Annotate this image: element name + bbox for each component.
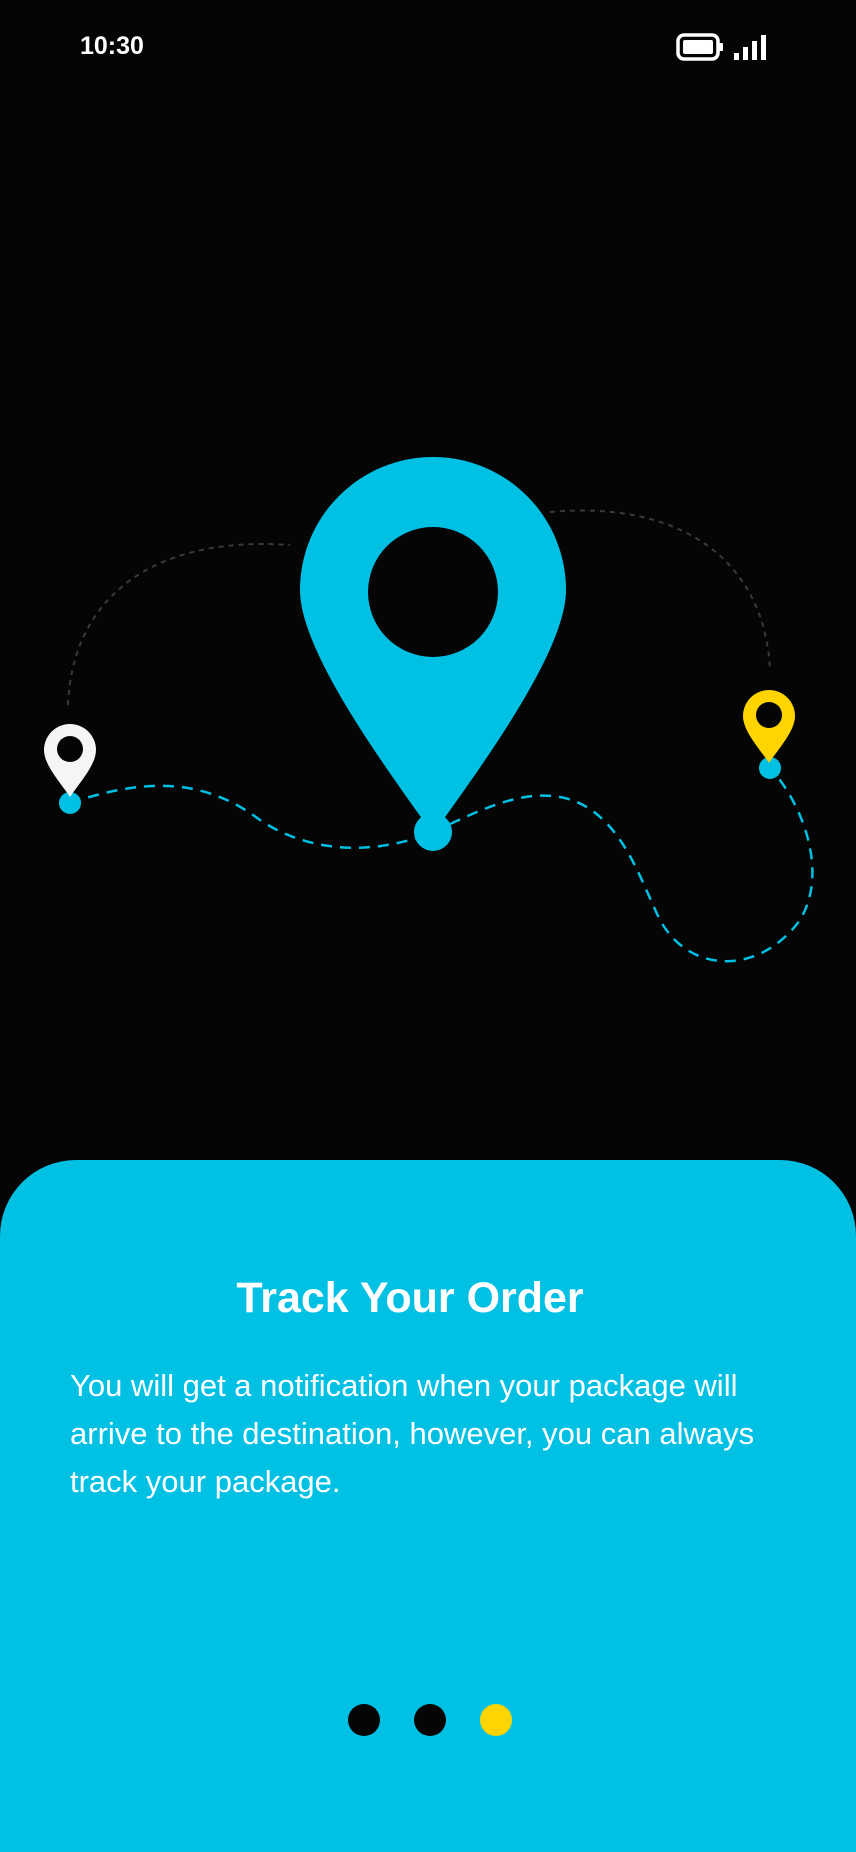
route-arc-left	[67, 543, 291, 706]
onboarding-title: Track Your Order	[236, 1274, 584, 1322]
pagination-dot-1[interactable]	[348, 1704, 380, 1736]
location-pin-yellow-icon	[743, 690, 795, 763]
route-arc-right	[549, 509, 771, 671]
location-pin-white-icon	[44, 724, 96, 797]
onboarding-card	[0, 1160, 856, 1852]
pagination-dots	[0, 1704, 856, 1736]
location-pin-large-icon	[300, 457, 566, 834]
pagination-dot-2[interactable]	[414, 1704, 446, 1736]
route-illustration	[44, 457, 814, 963]
pagination-dot-3[interactable]	[480, 1704, 512, 1736]
onboarding-description: You will get a notification when your pa…	[70, 1368, 755, 1499]
